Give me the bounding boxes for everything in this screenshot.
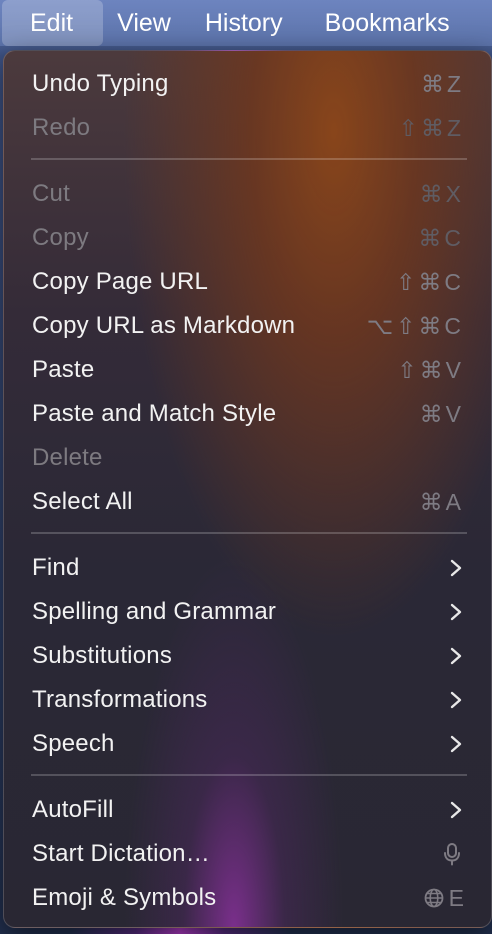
menu-item-label: Copy Page URL: [32, 268, 209, 295]
chevron-right-icon: [450, 691, 462, 709]
menu-separator: [31, 532, 467, 534]
menu-item-label: Copy URL as Markdown: [32, 312, 296, 339]
microphone-icon: [444, 843, 460, 866]
menu-item-find[interactable]: Find: [4, 546, 491, 590]
menu-item-substitutions[interactable]: Substitutions: [4, 634, 491, 678]
chevron-right-icon: [450, 801, 462, 819]
shortcut-label: ⇧⌘Z: [398, 114, 464, 141]
chevron-right-icon: [450, 603, 462, 621]
menu-item-cut[interactable]: Cut ⌘X: [4, 172, 491, 216]
menu-item-emoji-and-symbols[interactable]: Emoji & Symbols E: [4, 876, 491, 920]
shortcut-label: ⇧⌘V: [397, 356, 464, 383]
menubar-history[interactable]: History: [185, 0, 297, 46]
menu-item-copy-page-url[interactable]: Copy Page URL ⇧⌘C: [4, 260, 491, 304]
menubar-edit[interactable]: Edit: [2, 0, 104, 46]
menu-item-label: Paste and Match Style: [32, 400, 277, 427]
menubar-view[interactable]: View: [103, 0, 185, 46]
chevron-right-icon: [450, 559, 462, 577]
menu-item-autofill[interactable]: AutoFill: [4, 788, 491, 832]
menu-item-label: AutoFill: [32, 796, 114, 823]
menu-item-speech[interactable]: Speech: [4, 722, 491, 766]
menu-item-label: Emoji & Symbols: [32, 884, 217, 911]
edit-menu: Undo Typing ⌘Z Redo ⇧⌘Z Cut ⌘X Copy ⌘C C…: [3, 50, 492, 928]
menu-item-select-all[interactable]: Select All ⌘A: [4, 480, 491, 524]
shortcut-label: ⌥⇧⌘C: [366, 312, 464, 339]
shortcut-label: ⌘V: [419, 400, 464, 427]
menu-item-copy-url-as-markdown[interactable]: Copy URL as Markdown ⌥⇧⌘C: [4, 304, 491, 348]
shortcut-label: E: [448, 884, 464, 911]
menu-item-label: Undo Typing: [32, 70, 169, 97]
emoji-shortcut: E: [424, 885, 464, 912]
menu-item-label: Cut: [32, 180, 70, 207]
menu-item-delete[interactable]: Delete: [4, 436, 491, 480]
shortcut-label: ⌘C: [418, 224, 464, 251]
menu-item-label: Speech: [32, 730, 115, 757]
menu-item-label: Delete: [32, 444, 103, 471]
globe-icon: [424, 888, 444, 908]
menu-item-copy[interactable]: Copy ⌘C: [4, 216, 491, 260]
menu-item-paste-and-match-style[interactable]: Paste and Match Style ⌘V: [4, 392, 491, 436]
menu-bar: Edit View History Bookmarks: [0, 0, 492, 46]
menu-item-label: Copy: [32, 224, 89, 251]
menu-item-label: Transformations: [32, 686, 208, 713]
chevron-right-icon: [450, 735, 462, 753]
shortcut-label: ⌘X: [419, 180, 464, 207]
chevron-right-icon: [450, 647, 462, 665]
menu-item-start-dictation[interactable]: Start Dictation…: [4, 832, 491, 876]
menu-item-label: Start Dictation…: [32, 840, 210, 867]
shortcut-label: ⇧⌘C: [396, 268, 464, 295]
shortcut-label: ⌘A: [419, 488, 464, 515]
menu-item-spelling-and-grammar[interactable]: Spelling and Grammar: [4, 590, 491, 634]
menubar-bookmarks[interactable]: Bookmarks: [297, 0, 464, 46]
menu-separator: [31, 158, 467, 160]
menu-item-label: Select All: [32, 488, 133, 515]
menu-item-paste[interactable]: Paste ⇧⌘V: [4, 348, 491, 392]
menu-item-label: Spelling and Grammar: [32, 598, 277, 625]
menu-separator: [31, 774, 467, 776]
menu-item-redo[interactable]: Redo ⇧⌘Z: [4, 106, 491, 150]
menu-item-label: Find: [32, 554, 80, 581]
shortcut-label: ⌘Z: [420, 70, 464, 97]
menu-item-transformations[interactable]: Transformations: [4, 678, 491, 722]
menu-item-label: Paste: [32, 356, 95, 383]
menu-item-undo-typing[interactable]: Undo Typing ⌘Z: [4, 62, 491, 106]
menu-item-label: Substitutions: [32, 642, 173, 669]
menu-item-label: Redo: [32, 114, 91, 141]
